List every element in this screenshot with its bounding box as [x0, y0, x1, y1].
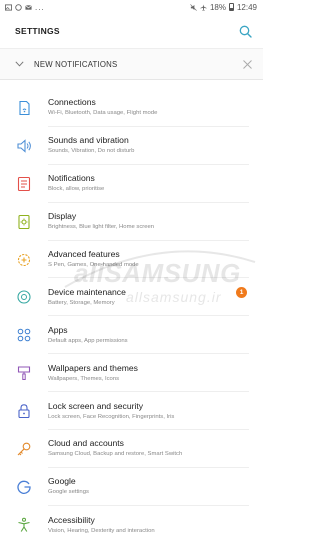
connections-icon	[0, 100, 48, 116]
settings-item-subtitle: Sounds, Vibration, Do not disturb	[48, 148, 135, 155]
page-title: SETTINGS	[15, 26, 60, 36]
settings-item-subtitle: Brightness, Blue light filter, Home scre…	[48, 224, 155, 231]
mail-icon	[25, 4, 32, 10]
settings-item-title: Lock screen and security	[48, 400, 144, 411]
speaker-icon	[0, 138, 48, 154]
settings-item-text: Sounds and vibration Sounds, Vibration, …	[48, 127, 249, 165]
settings-item-text: Apps Default apps, App permissions	[48, 316, 249, 355]
status-bar: ... 18% 12:49	[0, 0, 263, 14]
display-icon	[0, 214, 48, 230]
settings-item-text: Lock screen and security Lock screen, Fa…	[48, 392, 249, 431]
settings-item-apps[interactable]: Apps Default apps, App permissions	[0, 316, 263, 355]
settings-item-display[interactable]: Display Brightness, Blue light filter, H…	[0, 203, 263, 241]
settings-item-title: Google	[48, 476, 76, 487]
settings-item-subtitle: Default apps, App permissions	[48, 337, 128, 344]
settings-item-subtitle: Wi-Fi, Bluetooth, Data usage, Flight mod…	[48, 110, 158, 117]
settings-item-text: Cloud and accounts Samsung Cloud, Backup…	[48, 430, 249, 468]
settings-item-text: Notifications Block, allow, prioritise	[48, 165, 249, 203]
settings-item-subtitle: Google settings	[48, 489, 89, 496]
settings-item-title: Display	[48, 211, 77, 222]
paintbrush-icon	[0, 365, 48, 381]
maintenance-icon	[0, 289, 48, 305]
settings-item-google[interactable]: Google Google settings	[0, 468, 263, 506]
settings-item-subtitle: Lock screen, Face Recognition, Fingerpri…	[48, 413, 175, 420]
settings-item-text: Connections Wi-Fi, Bluetooth, Data usage…	[48, 89, 249, 127]
settings-item-text: Google Google settings	[48, 468, 249, 506]
settings-item-text: Wallpapers and themes Wallpapers, Themes…	[48, 354, 249, 393]
status-bar-left: ...	[5, 3, 45, 12]
google-icon	[0, 479, 48, 495]
accessibility-icon	[0, 517, 48, 533]
settings-item-title: Apps	[48, 324, 68, 335]
settings-item-accessibility[interactable]: Accessibility Vision, Hearing, Dexterity…	[0, 506, 263, 540]
gear-plus-icon	[0, 252, 48, 268]
settings-item-title: Wallpapers and themes	[48, 362, 138, 373]
image-notification-icon	[5, 3, 12, 11]
battery-percent: 18%	[209, 2, 226, 12]
settings-item-title: Accessibility	[48, 514, 95, 525]
watermark-logo: allSAMSUNG	[74, 258, 241, 288]
watermark-url: allsamsung.ir	[126, 289, 222, 305]
settings-item-title: Connections	[48, 97, 96, 108]
notifications-icon	[0, 176, 48, 192]
new-notifications-banner[interactable]: NEW NOTIFICATIONS	[0, 48, 263, 80]
settings-item-subtitle: Block, allow, prioritise	[48, 186, 105, 193]
settings-item-subtitle: Wallpapers, Themes, Icons	[48, 375, 120, 382]
status-bar-right: 18% 12:49	[190, 3, 257, 12]
settings-item-lock-screen[interactable]: Lock screen and security Lock screen, Fa…	[0, 392, 263, 431]
settings-item-title: Notifications	[48, 173, 95, 184]
settings-item-connections[interactable]: Connections Wi-Fi, Bluetooth, Data usage…	[0, 89, 263, 127]
settings-item-text: Display Brightness, Blue light filter, H…	[48, 203, 249, 241]
apps-icon	[0, 327, 48, 343]
app-header: SETTINGS	[0, 14, 263, 48]
settings-item-sounds[interactable]: Sounds and vibration Sounds, Vibration, …	[0, 127, 263, 165]
more-notifications-indicator: ...	[35, 2, 45, 12]
search-button[interactable]	[237, 23, 253, 39]
settings-list: Connections Wi-Fi, Bluetooth, Data usage…	[0, 80, 263, 540]
airplane-mode-icon	[200, 3, 207, 11]
chevron-down-icon[interactable]	[14, 59, 24, 69]
lock-icon	[0, 403, 48, 419]
close-icon	[242, 59, 252, 69]
close-button[interactable]	[241, 58, 253, 70]
settings-item-title: Sounds and vibration	[48, 135, 129, 146]
settings-item-notifications[interactable]: Notifications Block, allow, prioritise	[0, 165, 263, 203]
mute-icon	[190, 3, 197, 11]
clock: 12:49	[236, 2, 257, 12]
settings-item-subtitle: Vision, Hearing, Dexterity and interacti…	[48, 527, 155, 534]
whatsapp-icon	[15, 3, 22, 11]
key-icon	[0, 441, 48, 457]
settings-item-wallpapers[interactable]: Wallpapers and themes Wallpapers, Themes…	[0, 354, 263, 393]
search-icon	[239, 25, 252, 38]
new-notifications-label: NEW NOTIFICATIONS	[34, 59, 118, 69]
settings-item-subtitle: Samsung Cloud, Backup and restore, Smart…	[48, 451, 183, 458]
battery-icon	[228, 3, 234, 11]
settings-item-cloud-accounts[interactable]: Cloud and accounts Samsung Cloud, Backup…	[0, 430, 263, 468]
settings-item-text: Accessibility Vision, Hearing, Dexterity…	[48, 506, 249, 540]
settings-item-title: Cloud and accounts	[48, 438, 124, 449]
